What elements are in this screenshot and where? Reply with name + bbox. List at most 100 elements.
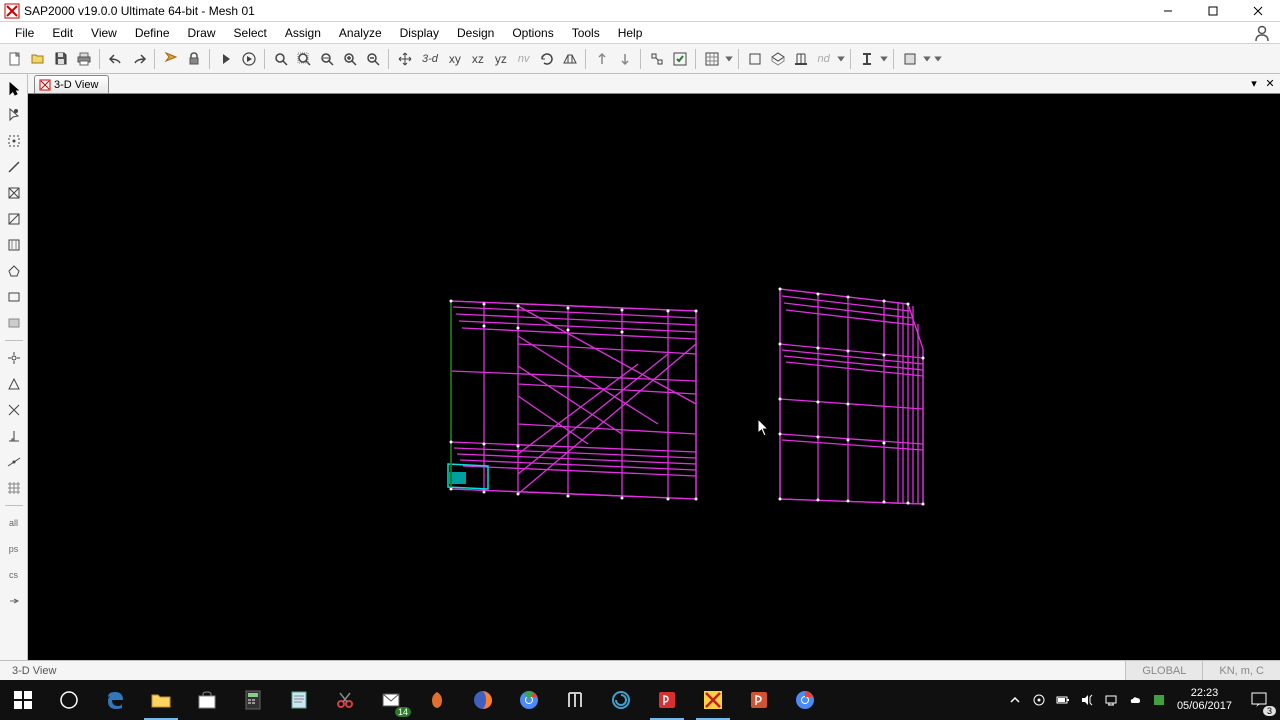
zoom-out-button[interactable] — [362, 48, 384, 70]
assign-frame-button[interactable] — [744, 48, 766, 70]
tab-dropdown-button[interactable]: ▾ — [1247, 76, 1261, 90]
menu-design[interactable]: Design — [448, 23, 503, 43]
menu-options[interactable]: Options — [503, 23, 562, 43]
lock-button[interactable] — [183, 48, 205, 70]
menu-view[interactable]: View — [82, 23, 126, 43]
quick-frame-tool[interactable] — [3, 182, 25, 204]
snap-grid-tool[interactable] — [3, 477, 25, 499]
tab-3d-view[interactable]: 3-D View — [34, 75, 109, 93]
frame-tool[interactable] — [3, 156, 25, 178]
zoom-full-button[interactable] — [293, 48, 315, 70]
tray-location-icon[interactable] — [1031, 692, 1047, 708]
zoom-in-button[interactable] — [339, 48, 361, 70]
nd-dropdown[interactable] — [836, 51, 846, 67]
minimize-button[interactable] — [1145, 0, 1190, 22]
run-step-button[interactable] — [238, 48, 260, 70]
area-poly-tool[interactable] — [3, 260, 25, 282]
status-coord-system[interactable]: GLOBAL — [1125, 661, 1202, 680]
menu-select[interactable]: Select — [225, 23, 276, 43]
brace-tool[interactable] — [3, 208, 25, 230]
menu-tools[interactable]: Tools — [563, 23, 609, 43]
zoom-prev-button[interactable] — [316, 48, 338, 70]
assign-restraint-button[interactable] — [790, 48, 812, 70]
joint-tool[interactable] — [3, 130, 25, 152]
user-icon[interactable] — [1252, 23, 1272, 43]
snap-midpoint-tool[interactable] — [3, 373, 25, 395]
maximize-button[interactable] — [1190, 0, 1235, 22]
redo-button[interactable] — [128, 48, 150, 70]
tray-volume-icon[interactable] — [1079, 692, 1095, 708]
snap-perp-tool[interactable] — [3, 425, 25, 447]
menu-define[interactable]: Define — [126, 23, 179, 43]
status-units[interactable]: KN, m, C — [1202, 661, 1280, 680]
tray-battery-icon[interactable] — [1055, 692, 1071, 708]
area-section-button[interactable] — [899, 48, 921, 70]
snap-point-tool[interactable] — [3, 347, 25, 369]
taskbar-mail[interactable]: 14 — [368, 680, 414, 720]
taskbar-calculator[interactable] — [230, 680, 276, 720]
all-tool[interactable]: all — [3, 512, 25, 534]
taskbar-chrome[interactable] — [506, 680, 552, 720]
view-yz-button[interactable]: yz — [490, 52, 512, 66]
viewport-3d[interactable] — [28, 94, 1280, 660]
taskbar-explorer[interactable] — [138, 680, 184, 720]
view-3d-button[interactable]: 3-d — [417, 53, 443, 65]
view-xy-button[interactable]: xy — [444, 52, 466, 66]
reshape-tool[interactable] — [3, 104, 25, 126]
cs-tool[interactable]: cs — [3, 564, 25, 586]
area-section-dropdown[interactable] — [922, 51, 932, 67]
grid-button[interactable] — [701, 48, 723, 70]
menu-display[interactable]: Display — [391, 23, 448, 43]
extra-dropdown[interactable] — [933, 51, 943, 67]
rotate-button[interactable] — [536, 48, 558, 70]
menu-analyze[interactable]: Analyze — [330, 23, 391, 43]
taskbar-clock[interactable]: 22:23 05/06/2017 — [1171, 687, 1238, 713]
start-button[interactable] — [0, 680, 46, 720]
view-nv-button[interactable]: nv — [513, 53, 535, 65]
area-rect-tool[interactable] — [3, 286, 25, 308]
secondary-beam-tool[interactable] — [3, 234, 25, 256]
tray-onedrive-icon[interactable] — [1127, 692, 1143, 708]
section-button[interactable] — [856, 48, 878, 70]
object-shrink-button[interactable] — [646, 48, 668, 70]
cortana-button[interactable] — [46, 680, 92, 720]
menu-file[interactable]: File — [6, 23, 43, 43]
set-display-button[interactable] — [669, 48, 691, 70]
save-button[interactable] — [50, 48, 72, 70]
taskbar-powerpoint[interactable] — [736, 680, 782, 720]
snap-line-tool[interactable] — [3, 451, 25, 473]
move-up-button[interactable] — [591, 48, 613, 70]
notification-center[interactable]: 3 — [1238, 680, 1280, 720]
taskbar-app1[interactable] — [414, 680, 460, 720]
taskbar-acrobat[interactable] — [644, 680, 690, 720]
run-button[interactable] — [215, 48, 237, 70]
perspective-button[interactable] — [559, 48, 581, 70]
taskbar-app3[interactable] — [598, 680, 644, 720]
undo-button[interactable] — [105, 48, 127, 70]
menu-edit[interactable]: Edit — [43, 23, 82, 43]
quick-area-tool[interactable] — [3, 312, 25, 334]
close-button[interactable] — [1235, 0, 1280, 22]
taskbar-snipping[interactable] — [322, 680, 368, 720]
tray-app-icon[interactable] — [1151, 692, 1167, 708]
refresh-button[interactable] — [160, 48, 182, 70]
view-xz-button[interactable]: xz — [467, 52, 489, 66]
snap-intersect-tool[interactable] — [3, 399, 25, 421]
grid-dropdown[interactable] — [724, 51, 734, 67]
menu-help[interactable]: Help — [609, 23, 652, 43]
section-dropdown[interactable] — [879, 51, 889, 67]
taskbar-chrome2[interactable] — [782, 680, 828, 720]
menu-assign[interactable]: Assign — [276, 23, 330, 43]
tray-chevron-icon[interactable] — [1007, 692, 1023, 708]
print-button[interactable] — [73, 48, 95, 70]
taskbar-store[interactable] — [184, 680, 230, 720]
pointer-tool[interactable] — [3, 78, 25, 100]
open-button[interactable] — [27, 48, 49, 70]
menu-draw[interactable]: Draw — [179, 23, 225, 43]
taskbar-app2[interactable] — [552, 680, 598, 720]
zoom-rubber-button[interactable] — [270, 48, 292, 70]
view-nd-button[interactable]: nd — [813, 53, 835, 65]
tray-network-icon[interactable] — [1103, 692, 1119, 708]
assign-area-button[interactable] — [767, 48, 789, 70]
ps-tool[interactable]: ps — [3, 538, 25, 560]
